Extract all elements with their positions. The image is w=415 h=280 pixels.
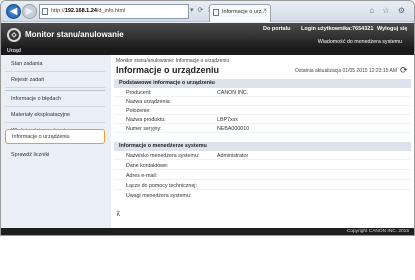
sidebar-item-consumables[interactable]: Materiały eksploatacyjne <box>5 108 105 123</box>
row-key: Numer seryjny: <box>126 126 162 132</box>
row-key: Uwagi menedżera systemu: <box>126 193 192 199</box>
admin-message-link[interactable]: Wiadomość do menedżera systemu <box>318 39 402 45</box>
table-row: Położenie: <box>114 107 411 115</box>
app-title: Monitor stanu/anulowanie <box>25 30 124 39</box>
tab-title: Informacje o urz... <box>222 9 267 15</box>
refresh-icon[interactable]: ⟳ <box>400 66 409 75</box>
row-key: Położenie: <box>126 108 151 114</box>
table-row: Nazwisko menedżera systemu: Administrator <box>114 152 411 160</box>
table-row: Uwagi menedżera systemu: <box>114 192 411 200</box>
browser-chrome-icons[interactable]: ⌂ ☆ ⚙ <box>369 6 408 15</box>
forward-button[interactable]: ▶ <box>22 4 37 19</box>
row-key: Dane kontaktowe: <box>126 163 169 169</box>
sidebar-item-job-status[interactable]: Stan zadania <box>5 57 105 72</box>
address-path: /d_info.html <box>96 8 126 14</box>
row-key: Producent: <box>126 90 152 96</box>
copyright-text: Copyright CANON INC. 2015 <box>346 229 409 234</box>
monitor-logo-icon <box>7 28 21 42</box>
table-row: Producent: CANON INC. <box>114 89 411 97</box>
address-prefix: http:// <box>51 8 65 14</box>
app-subbar <box>1 47 414 55</box>
browser-window: ◀ ▶ http://192.168.1.24/d_info.html ▾ ⟳ … <box>0 0 415 236</box>
table-row: Nazwa urządzenia: <box>114 98 411 106</box>
table-row: Łącze do pomocy technicznej: <box>114 182 411 190</box>
sidebar-item-check-counters[interactable]: Sprawdź liczniki <box>5 148 105 163</box>
tab-close-icon[interactable]: × <box>263 8 267 14</box>
page-title: Informacje o urządzeniu <box>116 65 220 75</box>
login-user: 7654321 <box>352 26 374 32</box>
browser-toolbar: ◀ ▶ http://192.168.1.24/d_info.html ▾ ⟳ … <box>1 1 414 22</box>
page-icon <box>42 8 48 15</box>
row-value: CANON INC. <box>217 90 249 96</box>
browser-tab[interactable]: Informacje o urz... × <box>209 4 271 22</box>
main-panel: Monitor stanu/anulowanie: Informacje o u… <box>111 55 414 229</box>
to-top-icon[interactable]: ⊼ <box>116 211 120 218</box>
row-key: Nazwa produktu: <box>126 117 166 123</box>
device-section-heading: Podstawowe informacje o urządzeniu <box>114 79 411 88</box>
sidebar-item-job-log[interactable]: Rejestr zadań <box>5 73 105 88</box>
row-value: NEBA000010 <box>217 126 250 132</box>
row-key: Nazwisko menedżera systemu: <box>126 153 200 159</box>
address-bar[interactable]: http://192.168.1.24/d_info.html <box>39 4 189 19</box>
table-row: Adres e-mail: <box>114 172 411 180</box>
last-update-text: Ostatnia aktualizacja 01/05 2015 12:23:1… <box>294 68 397 74</box>
sidebar-divider <box>5 90 105 91</box>
breadcrumb: Monitor stanu/anulowanie: Informacje o u… <box>116 58 230 64</box>
table-row: Numer seryjny: NEBA000010 <box>114 125 411 133</box>
table-row: Nazwa produktu: LBP7xxx <box>114 116 411 124</box>
back-button[interactable]: ◀ <box>6 4 21 19</box>
portal-link[interactable]: Do portalu <box>263 26 291 32</box>
forward-arrow-icon: ▶ <box>25 6 34 17</box>
row-value: LBP7xxx <box>217 117 238 123</box>
footer: Copyright CANON INC. 2015 <box>1 228 414 235</box>
sidebar-item-device-info[interactable]: Informacje o urządzeniu <box>5 129 105 144</box>
row-key: Łącze do pomocy technicznej: <box>126 183 197 189</box>
logout-link[interactable]: Wyloguj się <box>377 26 407 32</box>
row-key: Nazwa urządzenia: <box>126 99 172 105</box>
address-host: 192.168.1.24 <box>64 8 97 14</box>
login-label: Login użytkownika: <box>301 26 353 32</box>
tab-page-icon <box>213 9 219 16</box>
sidebar: Stan zadania Rejestr zadań Informacje o … <box>1 55 111 229</box>
row-key: Adres e-mail: <box>126 173 158 179</box>
table-row: Dane kontaktowe: <box>114 162 411 170</box>
sidebar-item-error-info[interactable]: Informacje o błędach <box>5 92 105 107</box>
row-value: Administrator <box>217 153 249 159</box>
admin-section-heading: Informacje o menedżerze systemu <box>114 142 411 151</box>
back-arrow-icon: ◀ <box>9 6 18 17</box>
subbar-label: Urząd <box>7 48 21 54</box>
